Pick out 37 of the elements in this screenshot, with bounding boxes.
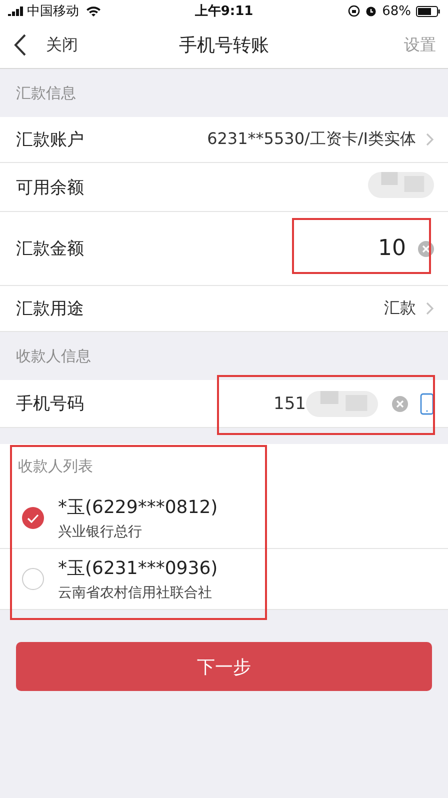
chevron-right-icon <box>426 302 434 315</box>
field-label: 汇款账户 <box>16 129 84 151</box>
checkmark-icon <box>27 514 39 522</box>
chevron-right-icon <box>426 133 434 146</box>
radio-button[interactable] <box>22 507 44 529</box>
page-title: 手机号转账 <box>179 34 269 57</box>
amount-input[interactable]: 10 <box>378 236 406 261</box>
list-title: 收款人列表 <box>18 456 93 476</box>
blurred-value-drawing <box>306 388 378 418</box>
back-button[interactable]: 关闭 <box>14 34 78 56</box>
payee-name[interactable]: *玉(6229***0812) <box>58 495 218 519</box>
carrier-name: 中国移动 <box>27 3 79 20</box>
back-chevron-icon[interactable] <box>14 34 26 56</box>
phone-input[interactable]: 151 <box>274 394 306 414</box>
field-value[interactable]: 汇款 <box>384 298 416 319</box>
bank-name: 兴业银行总行 <box>58 523 143 541</box>
field-label: 可用余额 <box>16 176 84 198</box>
payee-name[interactable]: *玉(6231***0936) <box>58 556 218 580</box>
alarm-icon <box>365 5 378 17</box>
radio-button[interactable] <box>22 568 44 590</box>
rotation-lock-icon <box>348 5 360 17</box>
section-title: 汇款信息 <box>16 84 76 102</box>
field-value[interactable]: 6231**5530/工资卡/I类实体 <box>207 129 416 150</box>
signal-icon <box>8 6 24 16</box>
phone-icon[interactable] <box>420 392 434 414</box>
clock-time: 上午9:11 <box>194 3 254 20</box>
field-label: 手机号码 <box>16 393 84 415</box>
wifi-icon <box>86 6 101 16</box>
field-label: 汇款用途 <box>16 298 84 320</box>
bank-name: 云南省农村信用社联合社 <box>58 584 213 602</box>
battery-icon <box>416 6 440 16</box>
next-button[interactable]: 下一步 <box>16 642 432 691</box>
section-title: 收款人信息 <box>16 346 91 366</box>
clear-icon[interactable] <box>418 240 434 256</box>
blurred-value-drawing <box>368 170 434 200</box>
field-label: 汇款金额 <box>16 238 84 260</box>
battery-percent: 68% <box>382 4 411 18</box>
